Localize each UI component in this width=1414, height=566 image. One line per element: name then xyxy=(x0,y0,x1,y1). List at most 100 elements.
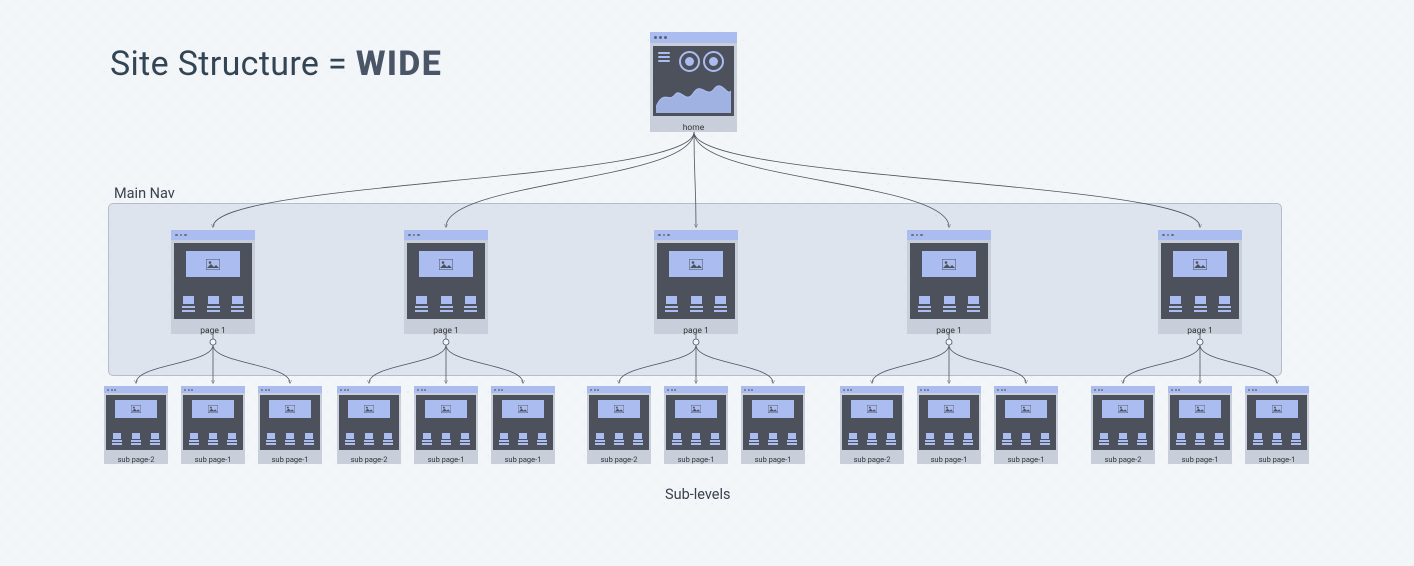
page-node: page 1 xyxy=(171,230,255,334)
window-bar xyxy=(664,386,728,393)
subpage-caption: sub page-1 xyxy=(258,452,322,466)
page-panel xyxy=(1161,243,1239,319)
image-icon xyxy=(1179,400,1221,418)
image-icon xyxy=(419,251,473,277)
card-row xyxy=(1250,430,1304,447)
subpage-node: sub page-1 xyxy=(1245,386,1309,464)
subpage-node: sub page-1 xyxy=(258,386,322,464)
image-icon xyxy=(192,400,234,418)
window-bar xyxy=(181,386,245,393)
subpage-node: sub page-1 xyxy=(664,386,728,464)
diagram-title: Site Structure = WIDE xyxy=(110,44,442,84)
subpage-caption: sub page-1 xyxy=(1245,452,1309,466)
card-row xyxy=(922,430,976,447)
page-panel xyxy=(260,395,320,450)
subpage-caption: sub page-1 xyxy=(491,452,555,466)
chart-icon xyxy=(656,79,731,113)
image-icon xyxy=(752,400,794,418)
subpage-node: sub page-1 xyxy=(994,386,1058,464)
card-row xyxy=(669,430,723,447)
window-bar xyxy=(404,230,488,240)
sub-levels-label: Sub-levels xyxy=(665,486,731,503)
page-panel xyxy=(174,243,252,319)
card-row xyxy=(1173,430,1227,447)
window-bar xyxy=(414,386,478,393)
card-row xyxy=(342,430,396,447)
page-node: page 1 xyxy=(404,230,488,334)
subpage-caption: sub page-1 xyxy=(664,452,728,466)
card-row xyxy=(592,430,646,447)
window-bar xyxy=(258,386,322,393)
image-icon xyxy=(502,400,544,418)
image-icon xyxy=(922,251,976,277)
subpage-node: sub page-1 xyxy=(1168,386,1232,464)
image-icon xyxy=(1005,400,1047,418)
dashboard-panel xyxy=(653,46,734,116)
image-icon xyxy=(675,400,717,418)
page-caption: page 1 xyxy=(654,322,738,339)
card-row xyxy=(1165,293,1235,315)
subpage-caption: sub page-1 xyxy=(1168,452,1232,466)
page-caption: page 1 xyxy=(404,322,488,339)
subpage-node: sub page-1 xyxy=(181,386,245,464)
page-caption: page 1 xyxy=(171,322,255,339)
image-icon xyxy=(115,400,157,418)
card-row xyxy=(1096,430,1150,447)
image-icon xyxy=(1102,400,1144,418)
card-row xyxy=(178,293,248,315)
window-bar xyxy=(994,386,1058,393)
subpage-node: sub page-1 xyxy=(414,386,478,464)
subpage-node: sub page-1 xyxy=(741,386,805,464)
window-bar xyxy=(1158,230,1242,240)
card-row xyxy=(845,430,899,447)
page-panel xyxy=(106,395,166,450)
card-row xyxy=(263,430,317,447)
window-bar xyxy=(840,386,904,393)
page-panel xyxy=(589,395,649,450)
page-caption: page 1 xyxy=(1158,322,1242,339)
page-panel xyxy=(1093,395,1153,450)
subpage-caption: sub page-1 xyxy=(994,452,1058,466)
main-nav-label: Main Nav xyxy=(114,185,175,202)
page-caption: page 1 xyxy=(907,322,991,339)
page-panel xyxy=(183,395,243,450)
image-icon xyxy=(1173,251,1227,277)
dial-icon xyxy=(703,51,724,72)
page-panel xyxy=(493,395,553,450)
page-panel xyxy=(657,243,735,319)
image-icon xyxy=(186,251,240,277)
window-bar xyxy=(650,32,737,43)
diagram-title-prefix: Site Structure = xyxy=(110,44,356,84)
subpage-caption: sub page-1 xyxy=(414,452,478,466)
subpage-node: sub page-1 xyxy=(917,386,981,464)
subpage-caption: sub page-2 xyxy=(104,452,168,466)
image-icon xyxy=(928,400,970,418)
subpage-caption: sub page-2 xyxy=(840,452,904,466)
page-panel xyxy=(743,395,803,450)
page-panel xyxy=(1247,395,1307,450)
menu-icon xyxy=(658,52,670,62)
window-bar xyxy=(491,386,555,393)
window-bar xyxy=(587,386,651,393)
card-row xyxy=(419,430,473,447)
window-bar xyxy=(654,230,738,240)
card-row xyxy=(109,430,163,447)
subpage-caption: sub page-1 xyxy=(181,452,245,466)
window-bar xyxy=(917,386,981,393)
image-icon xyxy=(425,400,467,418)
image-icon xyxy=(851,400,893,418)
page-panel xyxy=(416,395,476,450)
subpage-caption: sub page-2 xyxy=(337,452,401,466)
page-panel xyxy=(842,395,902,450)
subpage-caption: sub page-2 xyxy=(1091,452,1155,466)
page-node: page 1 xyxy=(1158,230,1242,334)
home-node: home xyxy=(650,32,737,132)
window-bar xyxy=(337,386,401,393)
image-icon xyxy=(348,400,390,418)
card-row xyxy=(661,293,731,315)
subpage-caption: sub page-1 xyxy=(741,452,805,466)
home-caption: home xyxy=(650,119,737,136)
page-panel xyxy=(1170,395,1230,450)
page-panel xyxy=(407,243,485,319)
subpage-node: sub page-2 xyxy=(1091,386,1155,464)
